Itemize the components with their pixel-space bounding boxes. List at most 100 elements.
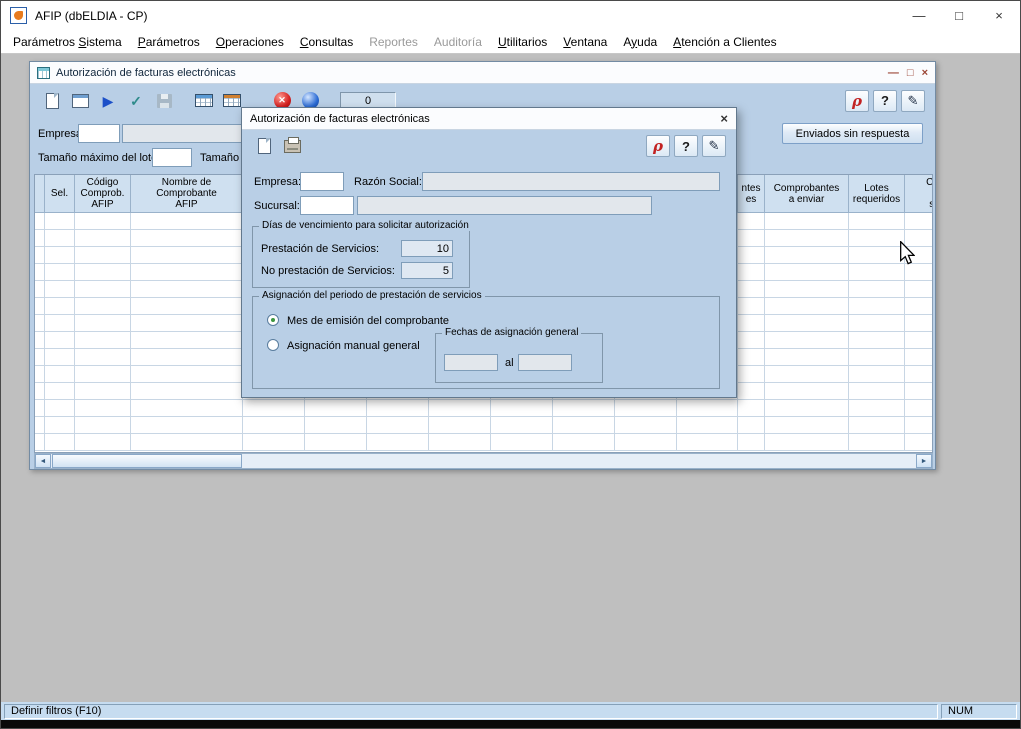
menu-item[interactable]: Reportes — [361, 31, 426, 53]
table-row[interactable] — [35, 400, 932, 417]
dialog-empresa-label: Empresa: — [254, 176, 301, 188]
grid-view-button[interactable] — [192, 89, 216, 113]
dialog-close-button[interactable]: × — [720, 111, 728, 126]
maximize-button[interactable]: □ — [939, 1, 979, 30]
menu-item[interactable]: Consultas — [292, 31, 361, 53]
exit-icon: ρ — [653, 137, 663, 155]
new-document-icon — [46, 93, 59, 109]
grid-header-cell[interactable]: Nombre deComprobanteAFIP — [131, 175, 243, 213]
dialog-window: Autorización de facturas electrónicas × … — [241, 107, 737, 398]
exit-button[interactable]: ρ — [845, 90, 869, 112]
vencimiento-groupbox: Días de vencimiento para solicitar autor… — [252, 226, 470, 288]
fecha-desde-input — [444, 354, 498, 371]
app-window: AFIP (dbELDIA - CP) — □ × Parámetros Sis… — [0, 0, 1021, 729]
dialog-toolbar-right-group: ρ ? ✎ — [642, 135, 726, 157]
prestacion-input[interactable] — [401, 240, 453, 257]
help-button[interactable]: ? — [873, 90, 897, 112]
help-icon: ? — [682, 139, 690, 154]
menu-item[interactable]: Ventana — [555, 31, 615, 53]
child-window-title: Autorización de facturas electrónicas — [56, 67, 236, 79]
dialog-print-button[interactable] — [280, 134, 304, 158]
sucursal-name-field — [357, 196, 652, 215]
menu-item[interactable]: Atención a Clientes — [665, 31, 784, 53]
form-window-icon — [72, 94, 89, 108]
dialog-new-button[interactable] — [252, 134, 276, 158]
status-message-panel: Definir filtros (F10) — [4, 704, 938, 719]
tamano-lote-label: Tamaño máximo del lote: — [38, 152, 160, 164]
menu-item[interactable]: Parámetros Sistema — [5, 31, 130, 53]
child-maximize-button[interactable]: □ — [907, 67, 914, 79]
table-row[interactable] — [35, 434, 932, 451]
num-lock-indicator: NUM — [941, 704, 1017, 719]
table-export-icon — [223, 94, 241, 107]
razon-social-label: Razón Social: — [354, 176, 422, 188]
execute-button[interactable]: ▶ — [96, 89, 120, 113]
filter-button[interactable]: ✎ — [901, 90, 925, 112]
save-disk-icon — [157, 94, 172, 108]
sucursal-input[interactable] — [300, 196, 354, 215]
toolbar-right-group: ρ ? ✎ — [841, 90, 925, 112]
grid-window-icon — [37, 67, 50, 79]
window-title: AFIP (dbELDIA - CP) — [35, 9, 147, 23]
menu-item[interactable]: Ayuda — [615, 31, 665, 53]
grid-header-cell[interactable]: Sel. — [45, 175, 75, 213]
radio-mes-emision-label[interactable]: Mes de emisión del comprobante — [287, 315, 449, 327]
grid-header-cell[interactable]: Comprobaenviadosin respu — [905, 175, 933, 213]
radio-asignacion-manual-label[interactable]: Asignación manual general — [287, 340, 420, 352]
exit-icon: ρ — [852, 92, 862, 110]
tamano-lote-input[interactable] — [152, 148, 192, 167]
dialog-toolbar: ρ ? ✎ — [242, 131, 736, 161]
no-prestacion-input[interactable] — [401, 262, 453, 279]
child-close-button[interactable]: × — [922, 67, 928, 79]
al-label: al — [505, 357, 514, 369]
check-icon: ✓ — [130, 94, 142, 108]
grid-header-cell[interactable]: nteses — [738, 175, 765, 213]
status-bar: Definir filtros (F10) NUM — [1, 702, 1020, 720]
dialog-help-button[interactable]: ? — [674, 135, 698, 157]
run-icon: ▶ — [103, 94, 114, 108]
fechas-groupbox: Fechas de asignación general al — [435, 333, 603, 383]
menu-item[interactable]: Utilitarios — [490, 31, 555, 53]
dialog-filter-button[interactable]: ✎ — [702, 135, 726, 157]
dialog-title: Autorización de facturas electrónicas — [250, 113, 430, 125]
dialog-empresa-input[interactable] — [300, 172, 344, 191]
save-button[interactable] — [152, 89, 176, 113]
quill-icon: ✎ — [709, 138, 720, 154]
fechas-groupbox-label: Fechas de asignación general — [442, 327, 581, 338]
new-record-button[interactable] — [40, 89, 64, 113]
help-icon: ? — [881, 93, 889, 108]
properties-button[interactable] — [68, 89, 92, 113]
enviados-sin-respuesta-button[interactable]: Enviados sin respuesta — [782, 123, 923, 144]
child-window-controls: — □ × — [888, 67, 928, 79]
fecha-hasta-input — [518, 354, 572, 371]
app-icon — [10, 7, 27, 24]
menu-item[interactable]: Auditoría — [426, 31, 490, 53]
scroll-right-button[interactable]: ► — [916, 454, 932, 468]
menu-bar: Parámetros SistemaParámetrosOperacionesC… — [1, 30, 1020, 54]
horizontal-scrollbar[interactable]: ◄ ► — [34, 453, 933, 469]
menu-item[interactable]: Operaciones — [208, 31, 292, 53]
scrollbar-thumb[interactable] — [52, 454, 242, 468]
radio-mes-emision[interactable] — [267, 314, 279, 326]
minimize-button[interactable]: — — [899, 1, 939, 30]
confirm-button[interactable]: ✓ — [124, 89, 148, 113]
grid-header-cell[interactable]: Lotesrequeridos — [849, 175, 905, 213]
table-icon — [195, 94, 213, 107]
empresa-input[interactable] — [78, 124, 120, 143]
grid-header-cell[interactable] — [35, 175, 45, 213]
title-bar: AFIP (dbELDIA - CP) — □ × — [1, 1, 1020, 30]
new-document-icon — [258, 138, 271, 154]
dialog-exit-button[interactable]: ρ — [646, 135, 670, 157]
close-button[interactable]: × — [979, 1, 1019, 30]
menu-item[interactable]: Parámetros — [130, 31, 208, 53]
table-row[interactable] — [35, 417, 932, 434]
radio-asignacion-manual[interactable] — [267, 339, 279, 351]
child-title-bar: Autorización de facturas electrónicas — … — [30, 62, 935, 84]
asignacion-groupbox-label: Asignación del periodo de prestación de … — [259, 290, 485, 301]
status-message: Definir filtros (F10) — [11, 705, 101, 717]
scroll-left-button[interactable]: ◄ — [35, 454, 51, 468]
quill-icon: ✎ — [908, 93, 919, 109]
child-minimize-button[interactable]: — — [888, 67, 899, 79]
grid-header-cell[interactable]: CódigoComprob.AFIP — [75, 175, 131, 213]
grid-header-cell[interactable]: Comprobantesa enviar — [765, 175, 849, 213]
